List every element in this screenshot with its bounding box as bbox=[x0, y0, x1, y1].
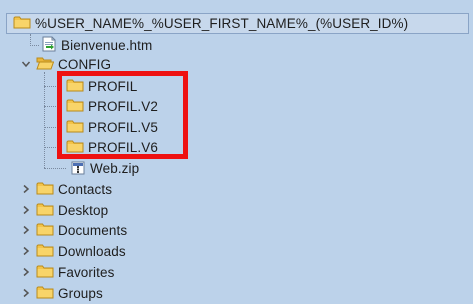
folder-tree-panel: %USER_NAME%_%USER_FIRST_NAME%_(%USER_ID%… bbox=[0, 0, 473, 304]
zip-file-icon bbox=[70, 159, 86, 178]
folder-icon bbox=[36, 264, 54, 281]
folder-icon bbox=[36, 202, 54, 219]
tree-item-profil-v6[interactable]: PROFIL.V6 bbox=[66, 137, 158, 157]
tree-root-label: %USER_NAME%_%USER_FIRST_NAME%_(%USER_ID%… bbox=[35, 16, 409, 31]
tree-connector bbox=[44, 127, 58, 128]
chevron-right-icon[interactable] bbox=[20, 287, 32, 299]
tree-item-label: Desktop bbox=[58, 202, 109, 218]
folder-icon bbox=[36, 285, 54, 302]
tree-item-label: Downloads bbox=[58, 243, 126, 259]
chevron-down-icon[interactable] bbox=[20, 58, 32, 70]
folder-open-icon bbox=[36, 56, 55, 73]
tree-item-groups[interactable]: Groups bbox=[20, 283, 103, 303]
tree-item-label: Web.zip bbox=[90, 160, 140, 176]
chevron-right-icon[interactable] bbox=[20, 204, 32, 216]
folder-icon bbox=[13, 15, 31, 32]
tree-item-profil-v5[interactable]: PROFIL.V5 bbox=[66, 117, 158, 137]
tree-item-desktop[interactable]: Desktop bbox=[20, 200, 108, 220]
tree-item-label: PROFIL.V2 bbox=[88, 98, 158, 114]
tree-item-downloads[interactable]: Downloads bbox=[20, 241, 126, 261]
tree-item-label: Documents bbox=[58, 222, 128, 238]
chevron-right-icon[interactable] bbox=[20, 245, 32, 257]
chevron-right-icon[interactable] bbox=[20, 266, 32, 278]
folder-icon bbox=[66, 139, 84, 156]
tree-item-config[interactable]: CONFIG bbox=[20, 54, 111, 74]
tree-item-documents[interactable]: Documents bbox=[20, 220, 127, 240]
tree-item-profil[interactable]: PROFIL bbox=[66, 76, 137, 96]
tree-item-contacts[interactable]: Contacts bbox=[20, 179, 112, 199]
folder-icon bbox=[66, 119, 84, 136]
tree-item-label: PROFIL.V6 bbox=[88, 139, 158, 155]
tree-item-favorites[interactable]: Favorites bbox=[20, 262, 114, 282]
tree-item-label: CONFIG bbox=[58, 56, 112, 72]
tree-item-web-zip[interactable]: Web.zip bbox=[70, 158, 139, 178]
folder-icon bbox=[36, 222, 54, 239]
tree-item-label: Contacts bbox=[58, 181, 113, 197]
chevron-right-icon[interactable] bbox=[20, 224, 32, 236]
folder-icon bbox=[66, 98, 84, 115]
tree-connector bbox=[44, 86, 58, 87]
tree-item-label: Groups bbox=[58, 285, 103, 301]
tree-item-label: PROFIL bbox=[88, 78, 138, 94]
tree-connector bbox=[44, 147, 58, 148]
tree-connector bbox=[30, 45, 39, 46]
folder-icon bbox=[36, 181, 54, 198]
folder-icon bbox=[36, 243, 54, 260]
tree-item-bienvenue[interactable]: Bienvenue.htm bbox=[41, 35, 152, 55]
tree-item-profil-v2[interactable]: PROFIL.V2 bbox=[66, 96, 158, 116]
tree-item-label: PROFIL.V5 bbox=[88, 119, 158, 135]
tree-item-label: Bienvenue.htm bbox=[61, 37, 153, 53]
tree-item-label: Favorites bbox=[58, 264, 115, 280]
chevron-right-icon[interactable] bbox=[20, 183, 32, 195]
tree-root-item[interactable]: %USER_NAME%_%USER_FIRST_NAME%_(%USER_ID%… bbox=[6, 13, 469, 34]
tree-connector bbox=[44, 106, 58, 107]
html-file-icon bbox=[41, 36, 57, 55]
tree-connector bbox=[44, 168, 66, 169]
folder-icon bbox=[66, 78, 84, 95]
